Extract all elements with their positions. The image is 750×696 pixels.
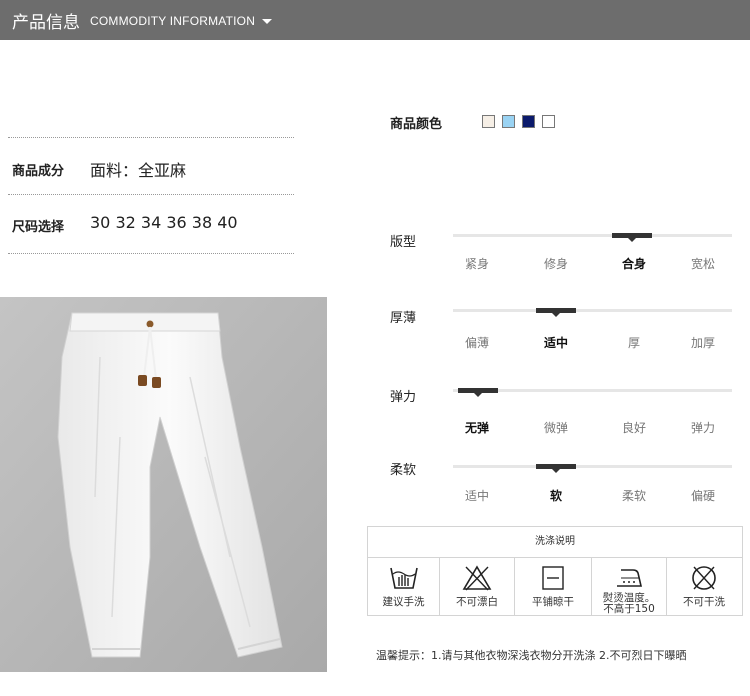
wash-title: 洗涤说明 xyxy=(368,527,742,558)
wash-label-line2: 不高于150 xyxy=(603,603,655,615)
slider-track xyxy=(453,234,732,237)
attribute-option: 适中 xyxy=(464,489,489,503)
color-label: 商品颜色 xyxy=(390,117,443,132)
material-value: 面料：全亚麻 xyxy=(90,161,187,180)
pointer-icon xyxy=(552,313,561,317)
attribute-title: 柔软 xyxy=(390,463,417,478)
section-title-en: COMMODITY INFORMATION xyxy=(90,14,256,28)
attribute-option: 偏硬 xyxy=(690,489,715,503)
pointer-icon xyxy=(627,238,636,242)
slider-thumb xyxy=(611,233,652,242)
attribute-option: 合身 xyxy=(621,257,646,271)
attribute-option: 适中 xyxy=(543,336,568,350)
attribute-option: 修身 xyxy=(543,257,568,271)
wash-cell: 熨烫温度。 不高于150 xyxy=(592,558,667,615)
attribute-option: 厚 xyxy=(627,336,640,350)
attribute-option: 软 xyxy=(549,489,562,503)
no-bleach-icon xyxy=(462,564,492,592)
caret-down-icon[interactable] xyxy=(262,19,272,24)
slider-track xyxy=(453,465,732,468)
attribute-option: 宽松 xyxy=(690,257,715,271)
size-label: 尺码选择 xyxy=(12,220,65,235)
attribute-option: 无弹 xyxy=(464,421,489,435)
attribute-title: 版型 xyxy=(390,235,417,250)
divider xyxy=(8,194,294,195)
color-swatch[interactable] xyxy=(502,115,515,128)
slider-thumb xyxy=(458,388,499,397)
dry-flat-icon xyxy=(538,564,568,592)
hand-wash-icon xyxy=(389,564,419,592)
color-swatch[interactable] xyxy=(482,115,495,128)
attribute-option: 偏薄 xyxy=(464,336,489,350)
wash-cell: 不可漂白 xyxy=(440,558,515,615)
slider-thumb xyxy=(536,308,577,317)
wash-instructions: 洗涤说明 建议手洗 不可漂白 平铺晾干 熨烫温度。 不高于150 不可干洗 xyxy=(367,526,743,616)
wash-label: 不可干洗 xyxy=(683,596,725,608)
attribute-option: 弹力 xyxy=(690,421,715,435)
slider-thumb xyxy=(536,464,577,473)
attribute-title: 厚薄 xyxy=(390,311,417,326)
wash-cell: 平铺晾干 xyxy=(515,558,592,615)
attribute-option: 良好 xyxy=(621,421,646,435)
attribute-title: 弹力 xyxy=(390,390,417,405)
divider xyxy=(8,253,294,254)
wash-label: 不可漂白 xyxy=(456,596,498,608)
pointer-icon xyxy=(552,469,561,473)
pointer-icon xyxy=(474,393,483,397)
material-label: 商品成分 xyxy=(12,164,65,179)
slider-track xyxy=(453,309,732,312)
attribute-option: 微弹 xyxy=(543,421,568,435)
iron-icon xyxy=(614,564,644,592)
wash-cell: 不可干洗 xyxy=(667,558,741,615)
attribute-option: 加厚 xyxy=(690,336,715,350)
wash-label: 平铺晾干 xyxy=(532,596,574,608)
attribute-option: 紧身 xyxy=(464,257,489,271)
section-header: 产品信息 COMMODITY INFORMATION xyxy=(0,0,750,40)
size-value: 30 32 34 36 38 40 xyxy=(90,213,238,232)
attribute-option: 柔软 xyxy=(621,489,646,503)
color-swatch[interactable] xyxy=(522,115,535,128)
care-tip: 温馨提示：1.请与其他衣物深浅衣物分开洗涤 2.不可烈日下曝晒 xyxy=(376,649,687,662)
product-photo xyxy=(0,297,327,672)
wash-label: 建议手洗 xyxy=(382,596,425,608)
color-swatch[interactable] xyxy=(542,115,555,128)
no-tumble-dry-icon xyxy=(689,564,719,592)
section-title-cn: 产品信息 xyxy=(12,13,80,33)
divider xyxy=(8,137,294,138)
wash-cell: 建议手洗 xyxy=(368,558,440,615)
